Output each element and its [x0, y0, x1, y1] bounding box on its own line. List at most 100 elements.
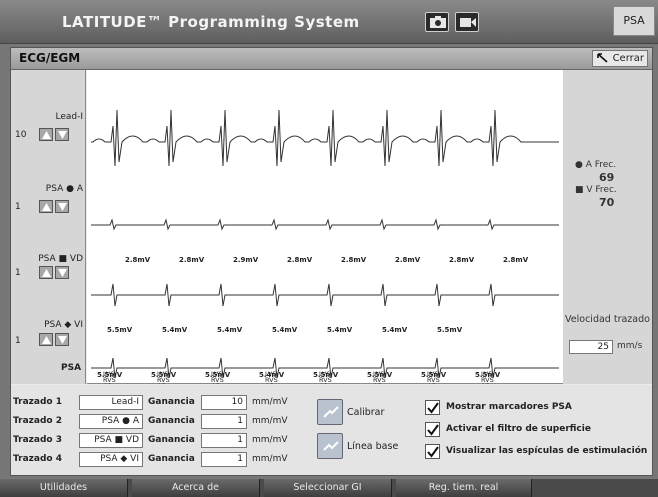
window-title: ECG/EGM [19, 51, 81, 65]
close-arrow-icon [597, 53, 608, 63]
atrial-rate-value: 69 [599, 171, 615, 184]
tab-real-time-log[interactable]: Reg. tiem. real [396, 479, 532, 497]
channel-label: PSA ● A [45, 184, 83, 194]
pacing-spikes-checkbox[interactable]: Visualizar las espículas de estimulación [425, 444, 651, 460]
arrow-down-icon [58, 131, 67, 139]
atrial-trace [91, 218, 559, 231]
rv-amplitude-label: 5.4mV [217, 326, 243, 334]
video-camera-icon [460, 18, 476, 27]
rate-panel: ● A Frec. 69 ■ V Frec. 70 Velocidad traz… [563, 70, 652, 384]
speed-unit: mm/s [617, 341, 643, 351]
gain-label: Ganancia [148, 397, 195, 407]
trace-label: Trazado 2 [13, 416, 62, 426]
speed-input[interactable]: 25 [569, 340, 613, 354]
channel-label: Lead-I [55, 112, 83, 122]
baseline-label: Línea base [347, 441, 399, 452]
trace-source-select[interactable]: PSA ■ VD [79, 433, 143, 448]
calibrate-button[interactable] [317, 399, 343, 425]
rv-amplitude-label: 5.5mV [107, 326, 133, 334]
bottom-tab-bar: Utilidades Acerca de Seleccionar GI Reg.… [0, 479, 658, 497]
trace-source-select[interactable]: PSA ◆ VI [79, 452, 143, 467]
trace-area: 2.8mV 2.8mV 2.9mV 2.8mV 2.8mV 2.8mV 2.8mV 2.8mV… [87, 70, 563, 384]
calibrate-icon [323, 406, 339, 418]
atrial-amplitude-label: 2.9mV [233, 256, 259, 264]
lead-i-trace [91, 109, 559, 167]
atrial-amplitude-label: 2.8mV [341, 256, 367, 264]
trace-row-4: Trazado 4 PSA ◆ VI Ganancia 1 mm/mV [11, 452, 311, 468]
psa-event-marker: AS [211, 382, 220, 384]
close-label: Cerrar [612, 53, 644, 64]
psa-event-marker: AS [319, 382, 328, 384]
checkbox-label: Activar el filtro de superficie [446, 424, 591, 434]
psa-event-marker: AS [157, 382, 166, 384]
ecg-egm-traces: 2.8mV 2.8mV 2.9mV 2.8mV 2.8mV 2.8mV 2.8mV 2.8mV… [91, 109, 559, 384]
trace-source-select[interactable]: Lead-I [79, 395, 143, 410]
ecg-egm-window: ECG/EGM Cerrar Lead-I 10 PSA ● A 1 PSA ■… [10, 47, 653, 476]
atrial-amplitude-label: 2.8mV [449, 256, 475, 264]
ventricular-rate-value: 70 [599, 196, 615, 209]
camera-button[interactable] [425, 12, 449, 32]
calibrate-label: Calibrar [347, 407, 385, 418]
psa-row-label: PSA [61, 363, 82, 373]
gain-label: Ganancia [148, 454, 195, 464]
atrial-amplitude-label: 2.8mV [287, 256, 313, 264]
tab-about[interactable]: Acerca de [132, 479, 260, 497]
checkmark-icon [427, 424, 439, 436]
gain-label: Ganancia [148, 416, 195, 426]
close-button[interactable]: Cerrar [592, 50, 648, 67]
checkbox[interactable] [425, 422, 440, 437]
title-bar: LATITUDE™ Programming System PSA [0, 0, 658, 44]
gain-unit: mm/mV [252, 435, 288, 445]
video-camera-button[interactable] [455, 12, 479, 32]
arrow-up-icon [42, 269, 51, 277]
gain-up-button[interactable] [39, 333, 53, 346]
checkbox[interactable] [425, 444, 440, 459]
gain-up-button[interactable] [39, 200, 53, 213]
trace-source-select[interactable]: PSA ● A [79, 414, 143, 429]
gain-input[interactable]: 1 [201, 452, 247, 467]
channel-gain: 1 [15, 268, 21, 278]
arrow-up-icon [42, 131, 51, 139]
arrow-up-icon [42, 203, 51, 211]
psa-event-marker: AS [427, 382, 436, 384]
gain-up-button[interactable] [39, 128, 53, 141]
channel-label: PSA ■ VD [38, 254, 83, 264]
atrial-amplitude-label: 2.8mV [179, 256, 205, 264]
tab-utilities[interactable]: Utilidades [0, 479, 128, 497]
gain-input[interactable]: 1 [201, 414, 247, 429]
baseline-button[interactable] [317, 433, 343, 459]
app-title: LATITUDE™ Programming System [62, 13, 360, 31]
psa-event-marker: AS [103, 382, 112, 384]
psa-button[interactable]: PSA [613, 6, 655, 36]
rv-trace [91, 283, 559, 307]
checkbox-label: Mostrar marcadores PSA [446, 402, 572, 412]
psa-event-marker: AS [373, 382, 382, 384]
rv-amplitude-label: 5.5mV [437, 326, 463, 334]
rv-amplitude-label: 5.4mV [327, 326, 353, 334]
gain-unit: mm/mV [252, 454, 288, 464]
gain-down-button[interactable] [55, 200, 69, 213]
arrow-down-icon [58, 336, 67, 344]
rv-amplitude-label: 5.4mV [162, 326, 188, 334]
channel-gain: 1 [15, 336, 21, 346]
show-psa-markers-checkbox[interactable]: Mostrar marcadores PSA [425, 400, 651, 416]
surface-filter-checkbox[interactable]: Activar el filtro de superficie [425, 422, 651, 438]
baseline-icon [323, 441, 339, 451]
psa-event-marker: AS [265, 382, 274, 384]
gain-down-button[interactable] [55, 128, 69, 141]
checkbox[interactable] [425, 400, 440, 415]
camera-icon [430, 16, 446, 28]
channel-panel: Lead-I 10 PSA ● A 1 PSA ■ VD 1 PSA ◆ VI … [11, 70, 86, 384]
rv-amplitude-label: 5.4mV [382, 326, 408, 334]
gain-up-button[interactable] [39, 266, 53, 279]
trace-row-1: Trazado 1 Lead-I Ganancia 10 mm/mV [11, 395, 311, 411]
gain-input[interactable]: 1 [201, 433, 247, 448]
atrial-amplitude-label: 2.8mV [395, 256, 421, 264]
gain-down-button[interactable] [55, 266, 69, 279]
tab-select-pg[interactable]: Seleccionar GI [264, 479, 392, 497]
gain-input[interactable]: 10 [201, 395, 247, 410]
trace-row-3: Trazado 3 PSA ■ VD Ganancia 1 mm/mV [11, 433, 311, 449]
gain-down-button[interactable] [55, 333, 69, 346]
channel-gain: 1 [15, 202, 21, 212]
channel-label: PSA ◆ VI [44, 320, 83, 330]
